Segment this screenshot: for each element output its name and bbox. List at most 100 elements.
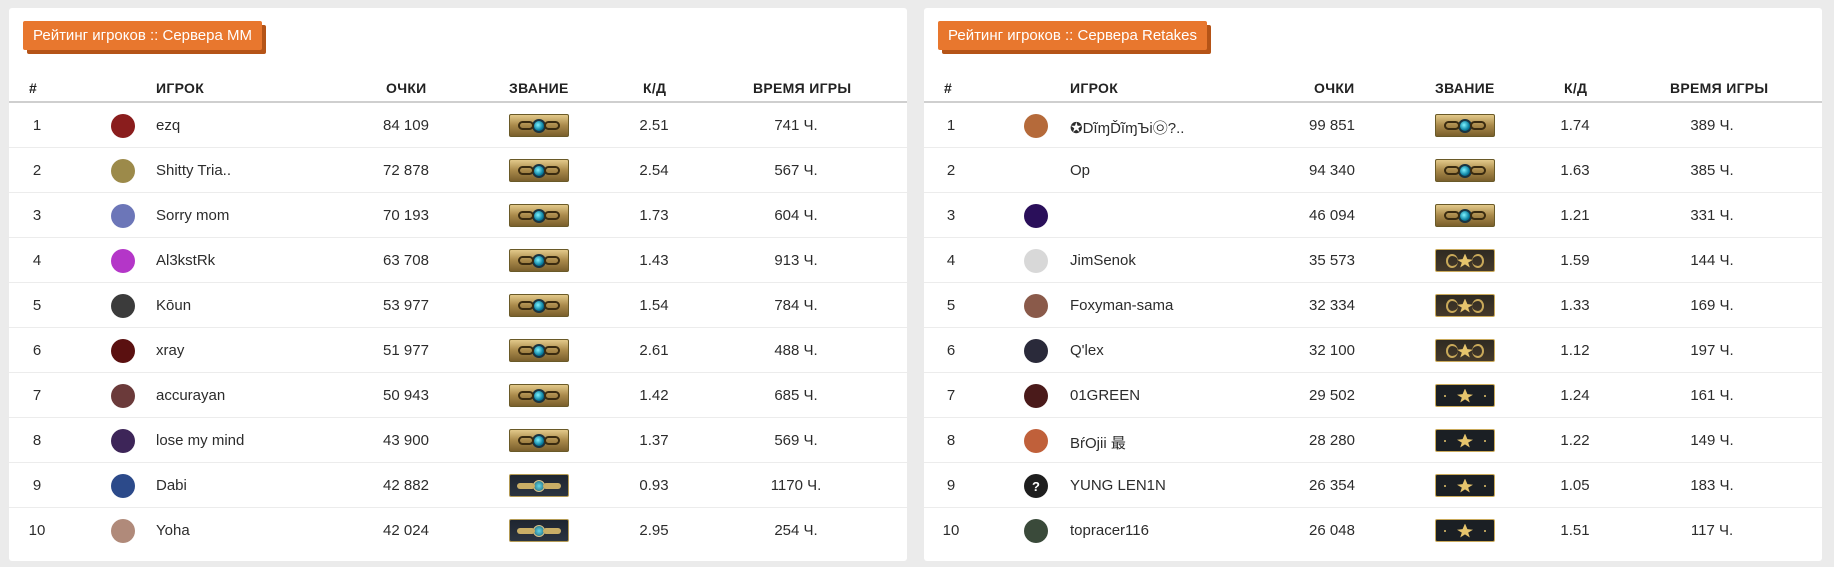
rank-icon [1435, 159, 1495, 182]
player-name[interactable]: Foxyman-sama [1070, 297, 1173, 314]
playtime-value: 331 Ч. [1690, 207, 1734, 224]
player-name[interactable]: Dabi [156, 477, 187, 494]
avatar[interactable] [1024, 339, 1048, 363]
player-name[interactable]: BŕOjii 最 [1070, 432, 1126, 453]
points-value: 70 193 [383, 207, 429, 224]
rank-icon [509, 429, 569, 452]
playtime-value: 197 Ч. [1690, 342, 1734, 359]
avatar[interactable] [1024, 114, 1048, 138]
leaderboard-mm: Рейтинг игроков :: Сервера ММ # ИГРОК ОЧ… [9, 8, 907, 561]
playtime-value: 685 Ч. [774, 387, 818, 404]
rank-icon [1435, 519, 1495, 542]
points-value: 35 573 [1309, 252, 1355, 269]
table-row: 4 Al3kstRk 63 708 1.43 913 Ч. [9, 238, 907, 283]
avatar[interactable] [111, 114, 135, 138]
points-value: 53 977 [383, 297, 429, 314]
avatar[interactable] [111, 474, 135, 498]
kd-value: 1.43 [639, 252, 669, 269]
avatar[interactable] [1024, 384, 1048, 408]
rank-number: 1 [32, 117, 42, 134]
panel-title: Рейтинг игроков :: Сервера ММ [23, 21, 262, 50]
table-row: 10 topracer116 26 048 1.51 117 Ч. [924, 508, 1822, 553]
player-name[interactable]: 01GREEN [1070, 387, 1140, 404]
kd-value: 1.54 [639, 297, 669, 314]
kd-value: 1.12 [1560, 342, 1590, 359]
points-value: 43 900 [383, 432, 429, 449]
player-name[interactable]: topracer116 [1070, 522, 1149, 539]
avatar[interactable] [111, 159, 135, 183]
player-name[interactable]: Q'lex [1070, 342, 1104, 359]
avatar[interactable] [1024, 204, 1048, 228]
rank-number: 10 [942, 522, 960, 539]
player-name[interactable]: lose my mind [156, 432, 244, 449]
avatar[interactable] [1024, 429, 1048, 453]
playtime-value: 567 Ч. [774, 162, 818, 179]
playtime-value: 385 Ч. [1690, 162, 1734, 179]
kd-value: 1.73 [639, 207, 669, 224]
header-kd: К/Д [643, 80, 667, 96]
rank-icon [1435, 384, 1495, 407]
player-name[interactable]: ✪DĩɱĎĩɱЪi㉧?.. [1070, 117, 1184, 138]
avatar[interactable] [111, 294, 135, 318]
player-name[interactable]: Sorry mom [156, 207, 229, 224]
avatar[interactable] [1024, 249, 1048, 273]
avatar[interactable] [111, 249, 135, 273]
player-name[interactable]: Kōun [156, 297, 191, 314]
table-row: 7 01GREEN 29 502 1.24 161 Ч. [924, 373, 1822, 418]
player-name[interactable]: Al3kstRk [156, 252, 215, 269]
rank-number: 6 [32, 342, 42, 359]
rank-icon [1435, 294, 1495, 317]
avatar[interactable] [1024, 159, 1048, 183]
rank-number: 5 [32, 297, 42, 314]
player-name[interactable]: Shitty Tria.. [156, 162, 231, 179]
header-points: ОЧКИ [386, 80, 427, 96]
header-rank: # [944, 80, 953, 96]
rank-icon [509, 294, 569, 317]
rank-icon [509, 159, 569, 182]
playtime-value: 913 Ч. [774, 252, 818, 269]
rank-number: 7 [946, 387, 956, 404]
table-row: 7 accurayan 50 943 1.42 685 Ч. [9, 373, 907, 418]
table-body: 1 ezq 84 109 2.51 741 Ч. 2 Shitty Tria.. 72 878… [9, 103, 907, 553]
player-name[interactable]: JimSenok [1070, 252, 1136, 269]
rank-number: 7 [32, 387, 42, 404]
avatar[interactable] [111, 204, 135, 228]
points-value: 32 100 [1309, 342, 1355, 359]
header-time: ВРЕМЯ ИГРЫ [1670, 80, 1769, 96]
avatar[interactable] [111, 339, 135, 363]
player-name[interactable]: Yoha [156, 522, 190, 539]
points-value: 28 280 [1309, 432, 1355, 449]
rank-number: 3 [946, 207, 956, 224]
avatar[interactable] [111, 519, 135, 543]
playtime-value: 604 Ч. [774, 207, 818, 224]
player-name[interactable]: YUNG LEN1N [1070, 477, 1166, 494]
playtime-value: 741 Ч. [774, 117, 818, 134]
kd-value: 1.59 [1560, 252, 1590, 269]
rank-number: 4 [32, 252, 42, 269]
rank-number: 2 [946, 162, 956, 179]
avatar[interactable]: ? [1024, 474, 1048, 498]
header-title: ЗВАНИЕ [509, 80, 569, 96]
table-row: 5 Foxyman-sama 32 334 1.33 169 Ч. [924, 283, 1822, 328]
table-header: # ИГРОК ОЧКИ ЗВАНИЕ К/Д ВРЕМЯ ИГРЫ [924, 70, 1822, 103]
points-value: 51 977 [383, 342, 429, 359]
avatar[interactable] [1024, 294, 1048, 318]
header-points: ОЧКИ [1314, 80, 1355, 96]
player-name[interactable]: ezq [156, 117, 180, 134]
header-rank: # [29, 80, 38, 96]
points-value: 63 708 [383, 252, 429, 269]
player-name[interactable]: accurayan [156, 387, 225, 404]
rank-icon [509, 474, 569, 497]
rank-icon [1435, 114, 1495, 137]
table-row: 6 Q'lex 32 100 1.12 197 Ч. [924, 328, 1822, 373]
avatar[interactable] [111, 384, 135, 408]
player-name[interactable]: xray [156, 342, 184, 359]
table-row: 8 lose my mind 43 900 1.37 569 Ч. [9, 418, 907, 463]
rank-icon [509, 384, 569, 407]
header-title: ЗВАНИЕ [1435, 80, 1495, 96]
avatar[interactable] [111, 429, 135, 453]
rank-icon [509, 249, 569, 272]
avatar[interactable] [1024, 519, 1048, 543]
kd-value: 1.21 [1560, 207, 1590, 224]
player-name[interactable]: Op [1070, 162, 1090, 179]
